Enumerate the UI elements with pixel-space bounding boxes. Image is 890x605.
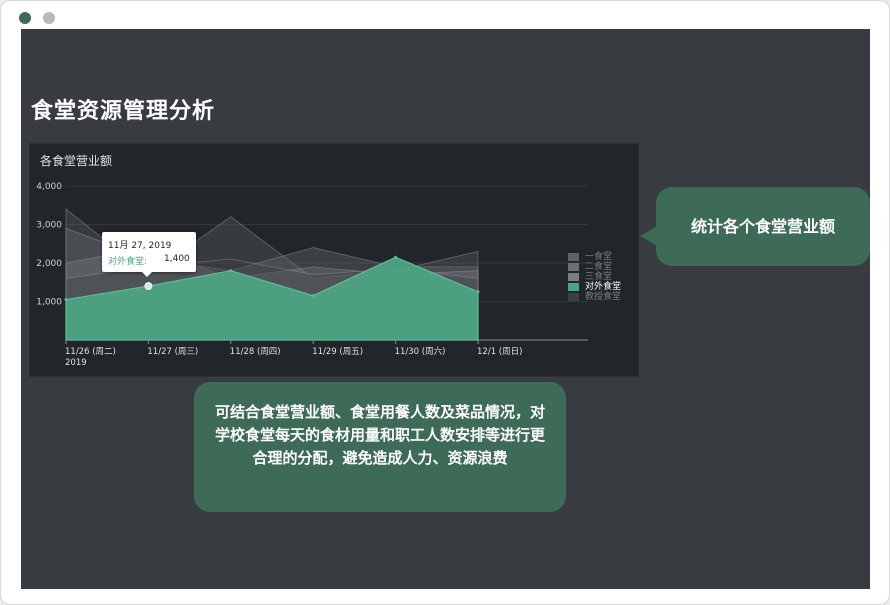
legend-swatch (568, 263, 579, 271)
y-tick-label: 1,000 (36, 298, 62, 308)
callout-bottom: 可结合食堂营业额、食堂用餐人数及菜品情况，对学校食堂每天的食材用量和职工人数安排… (194, 382, 566, 512)
data-point (476, 290, 480, 294)
data-point (229, 269, 233, 273)
window-frame: 食堂资源管理分析 1,000 2,000 3,000 4,000 11/26 (周二) 1… (0, 0, 890, 605)
legend-swatch (568, 283, 579, 291)
legend-label: 一食堂 (585, 252, 613, 262)
hover-point (144, 282, 153, 291)
x-tick-label: 11/26 (周二) (65, 347, 116, 357)
legend-label: 对外食堂 (585, 282, 622, 292)
data-point (394, 255, 398, 259)
legend-item[interactable]: 三食堂 (568, 272, 634, 282)
data-point (64, 298, 68, 302)
x-tick-label: 12/1 (周日) (477, 347, 522, 357)
legend-swatch (568, 273, 579, 281)
legend-label: 教授食堂 (585, 292, 622, 302)
x-tick-label: 11/29 (周五) (312, 347, 363, 357)
tooltip-date: 11月 27, 2019 (108, 241, 172, 251)
legend-label: 三食堂 (585, 272, 613, 282)
tooltip-value: 1,400 (164, 254, 190, 264)
legend-swatch (568, 253, 579, 261)
legend-swatch (568, 293, 579, 301)
legend-item[interactable]: 一食堂 (568, 252, 634, 262)
chart-legend: 一食堂 二食堂 三食堂 对外食堂 教授食堂 (568, 252, 634, 304)
window-close-dot[interactable] (19, 12, 31, 24)
chart-title: 各食堂营业额 (40, 154, 113, 168)
y-tick-label: 2,000 (36, 259, 62, 269)
tooltip-series: 对外食堂: (108, 257, 148, 267)
legend-label: 二食堂 (585, 262, 613, 272)
window-minimize-dot[interactable] (43, 12, 55, 24)
x-tick-label: 11/30 (周六) (395, 346, 446, 357)
callout-right: 统计各个食堂营业额 (640, 187, 870, 266)
chart-tooltip: 11月 27, 2019 对外食堂: 1,400 (102, 232, 196, 277)
slide-canvas: 食堂资源管理分析 1,000 2,000 3,000 4,000 11/26 (周二) 1… (21, 29, 870, 589)
x-tick-label: 11/28 (周四) (230, 347, 281, 357)
legend-item[interactable]: 对外食堂 (568, 282, 634, 292)
page-title: 食堂资源管理分析 (31, 99, 216, 124)
y-tick-label: 4,000 (36, 182, 62, 192)
legend-item[interactable]: 二食堂 (568, 262, 634, 272)
x-tick-label: 11/27 (周三) (147, 347, 198, 357)
data-point (311, 294, 315, 298)
x-sublabel: 2019 (65, 358, 87, 368)
y-tick-label: 3,000 (36, 221, 62, 231)
legend-item[interactable]: 教授食堂 (568, 292, 634, 302)
revenue-chart-panel: 1,000 2,000 3,000 4,000 11/26 (周二) 11/27 (周三)… (29, 143, 639, 377)
